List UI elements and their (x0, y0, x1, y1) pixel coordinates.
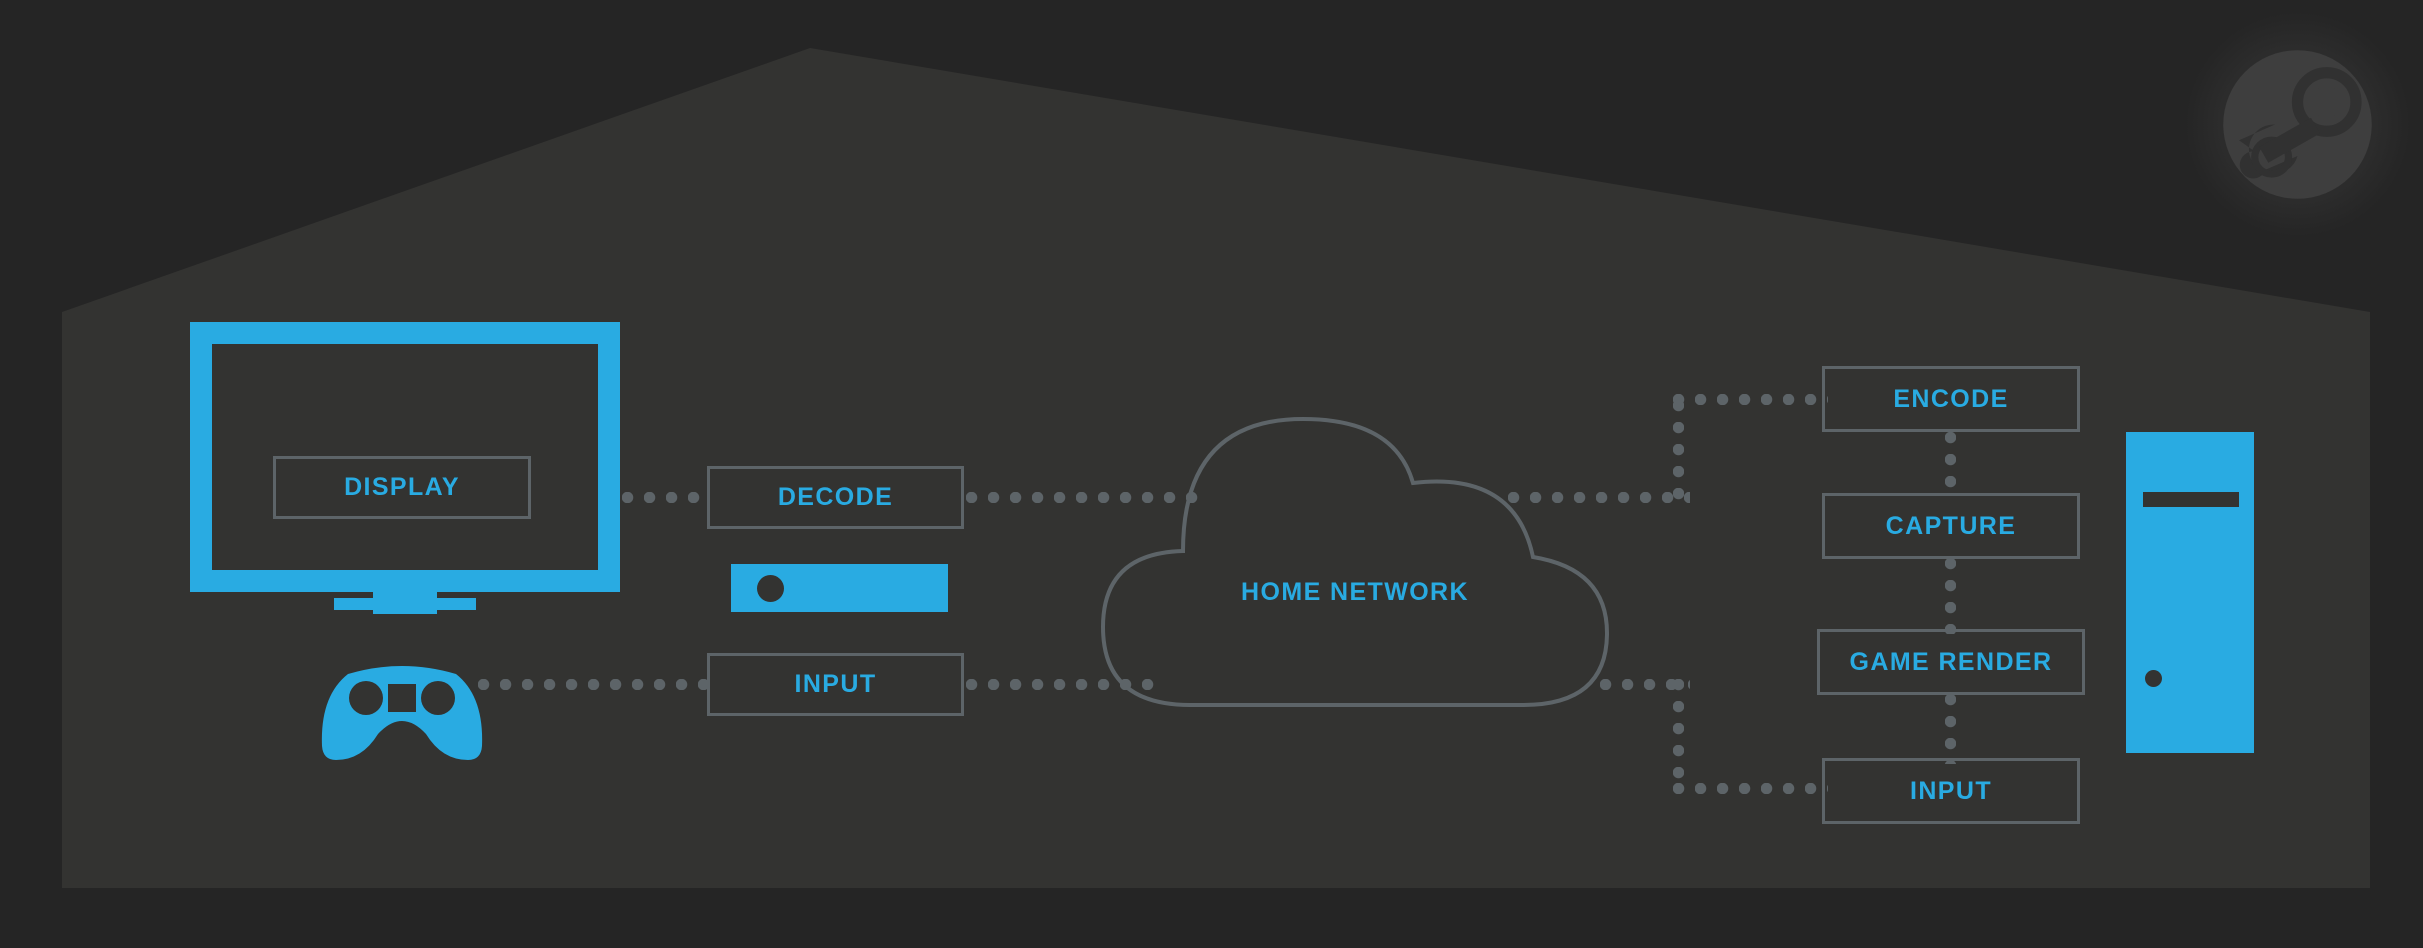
game-render-label: GAME RENDER (1849, 647, 2053, 676)
connector-input-to-cloud (966, 679, 1160, 690)
game-render-node[interactable]: GAME RENDER (1817, 629, 2085, 695)
connector-encode-inbound (1673, 394, 1828, 405)
connector-capture-to-encode (1945, 432, 1956, 498)
set-top-box-indicator (757, 575, 784, 602)
connector-host-input-to-game-render (1945, 694, 1956, 764)
connector-host-input-dropper (1673, 679, 1684, 789)
connector-host-input-inbound (1673, 783, 1828, 794)
television-stand (334, 598, 476, 610)
client-input-node[interactable]: INPUT (707, 653, 964, 716)
display-label: DISPLAY (344, 473, 460, 501)
encode-label: ENCODE (1893, 384, 2009, 413)
host-input-label: INPUT (1910, 776, 1992, 805)
decode-label: DECODE (777, 483, 894, 511)
client-input-label: INPUT (794, 670, 877, 698)
tower-drive-slot (2143, 492, 2239, 507)
connector-decode-to-cloud (966, 492, 1198, 503)
capture-node[interactable]: CAPTURE (1822, 493, 2080, 559)
display-node[interactable]: DISPLAY (273, 456, 531, 519)
tower-power-button (2145, 670, 2162, 687)
home-network-label: HOME NETWORK (1241, 578, 1469, 606)
connector-display-to-decode (622, 492, 710, 503)
desktop-tower-icon (2126, 432, 2254, 753)
connector-game-render-to-capture (1945, 558, 1956, 634)
host-input-node[interactable]: INPUT (1822, 758, 2080, 824)
encode-node[interactable]: ENCODE (1822, 366, 2080, 432)
capture-label: CAPTURE (1885, 511, 2017, 540)
connector-cloud-to-encode-horizontal (1508, 492, 1690, 503)
diagram-canvas: DISPLAY DECODE INPUT HOME NETWORK ENCODE… (0, 0, 2423, 948)
cloud-icon (1100, 416, 1610, 707)
connector-controller-to-input (478, 679, 712, 690)
decode-node[interactable]: DECODE (707, 466, 964, 529)
steam-logo (2185, 12, 2410, 237)
connector-encode-riser (1673, 400, 1684, 500)
steam-controller-icon (321, 666, 483, 760)
